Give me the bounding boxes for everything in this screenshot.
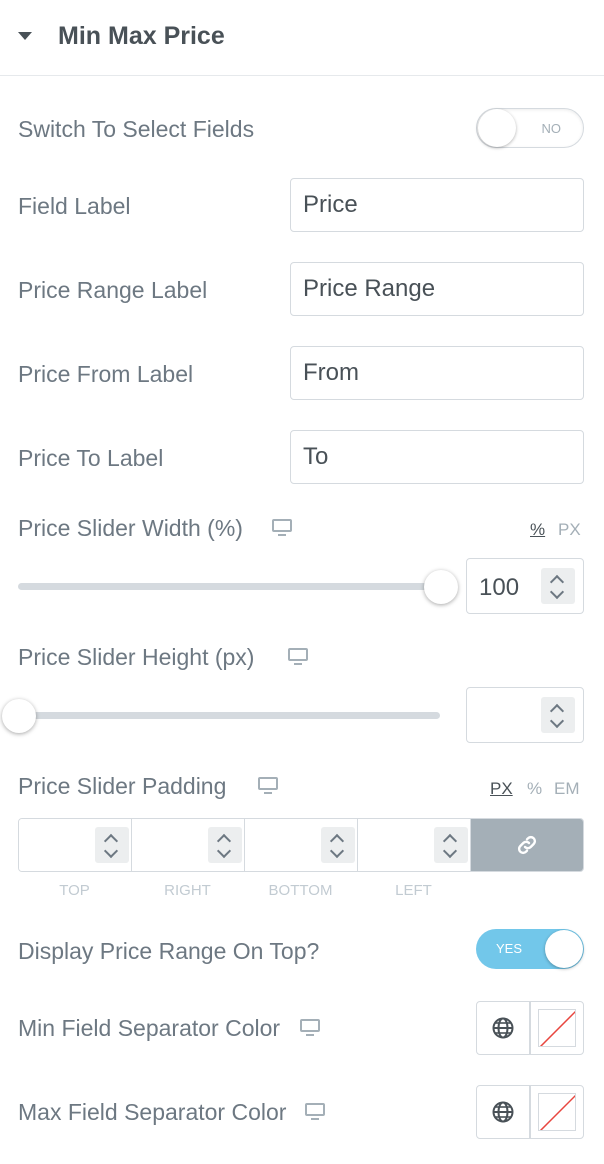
price-from-label-input[interactable]: From bbox=[290, 346, 584, 400]
min-separator-color-label: Min Field Separator Color bbox=[18, 1015, 281, 1041]
padding-right-label: RIGHT bbox=[164, 882, 211, 899]
padding-bottom-input[interactable] bbox=[245, 819, 358, 871]
padding-right-input[interactable] bbox=[132, 819, 245, 871]
slider-height-track[interactable] bbox=[18, 712, 440, 719]
toggle-state-text: NO bbox=[541, 121, 562, 136]
desktop-icon[interactable] bbox=[272, 519, 294, 537]
chevron-down-icon[interactable] bbox=[549, 584, 565, 600]
unit-px[interactable]: PX bbox=[558, 520, 581, 540]
padding-dimensions bbox=[18, 818, 584, 872]
desktop-icon[interactable] bbox=[305, 1103, 327, 1121]
caret-down-icon[interactable] bbox=[18, 32, 32, 40]
slider-width-number-input[interactable]: 100 bbox=[466, 558, 584, 614]
display-range-top-label: Display Price Range On Top? bbox=[18, 938, 320, 964]
switch-select-fields-label: Switch To Select Fields bbox=[18, 116, 255, 142]
chevron-down-icon[interactable] bbox=[216, 843, 232, 859]
slider-height-spinner[interactable] bbox=[541, 697, 575, 733]
unset-color-swatch bbox=[538, 1093, 576, 1131]
slider-width-value: 100 bbox=[479, 574, 520, 601]
display-range-top-toggle[interactable]: YES bbox=[476, 929, 584, 969]
padding-bottom-spinner[interactable] bbox=[321, 827, 355, 863]
slider-width-spinner[interactable] bbox=[541, 568, 575, 604]
chevron-down-icon[interactable] bbox=[442, 843, 458, 859]
padding-right-spinner[interactable] bbox=[208, 827, 242, 863]
unset-color-swatch bbox=[538, 1009, 576, 1047]
price-from-label-label: Price From Label bbox=[18, 361, 194, 387]
switch-select-fields-toggle[interactable]: NO bbox=[476, 108, 584, 148]
max-separator-global-colors-button[interactable] bbox=[476, 1085, 530, 1139]
slider-height-label: Price Slider Height (px) bbox=[18, 644, 255, 670]
toggle-knob bbox=[545, 930, 583, 968]
unit-em[interactable]: EM bbox=[554, 779, 580, 799]
slider-width-label: Price Slider Width (%) bbox=[18, 515, 243, 541]
slider-height-handle[interactable] bbox=[2, 699, 36, 733]
min-separator-global-colors-button[interactable] bbox=[476, 1001, 530, 1055]
globe-icon bbox=[492, 1017, 514, 1039]
slider-width-track[interactable] bbox=[18, 583, 440, 590]
slider-padding-label: Price Slider Padding bbox=[18, 773, 227, 799]
slider-height-number-input[interactable] bbox=[466, 687, 584, 743]
slider-width-handle[interactable] bbox=[424, 570, 458, 604]
padding-left-input[interactable] bbox=[358, 819, 471, 871]
desktop-icon[interactable] bbox=[258, 777, 280, 795]
padding-top-label: TOP bbox=[59, 882, 90, 899]
link-values-button[interactable] bbox=[471, 819, 583, 871]
padding-top-spinner[interactable] bbox=[95, 827, 129, 863]
padding-left-label: LEFT bbox=[395, 882, 432, 899]
chevron-down-icon[interactable] bbox=[549, 713, 565, 729]
padding-bottom-label: BOTTOM bbox=[268, 882, 333, 899]
desktop-icon[interactable] bbox=[300, 1019, 322, 1037]
globe-icon bbox=[492, 1101, 514, 1123]
price-to-label-input[interactable]: To bbox=[290, 430, 584, 484]
chevron-down-icon[interactable] bbox=[103, 843, 119, 859]
field-label-label: Field Label bbox=[18, 193, 131, 219]
max-separator-color-label: Max Field Separator Color bbox=[18, 1099, 287, 1125]
section-title: Min Max Price bbox=[58, 22, 225, 50]
price-range-label-label: Price Range Label bbox=[18, 277, 208, 303]
unit-percent[interactable]: % bbox=[530, 520, 545, 540]
max-separator-color-picker[interactable] bbox=[530, 1085, 584, 1139]
desktop-icon[interactable] bbox=[288, 648, 310, 666]
toggle-knob bbox=[478, 109, 516, 147]
min-separator-color-picker[interactable] bbox=[530, 1001, 584, 1055]
unit-percent[interactable]: % bbox=[527, 779, 542, 799]
price-to-label-label: Price To Label bbox=[18, 445, 164, 471]
link-icon bbox=[517, 835, 537, 855]
chevron-down-icon[interactable] bbox=[329, 843, 345, 859]
padding-left-spinner[interactable] bbox=[434, 827, 468, 863]
padding-top-input[interactable] bbox=[19, 819, 132, 871]
section-header[interactable]: Min Max Price bbox=[0, 0, 604, 76]
unit-px[interactable]: PX bbox=[490, 779, 513, 799]
price-range-label-input[interactable]: Price Range bbox=[290, 262, 584, 316]
field-label-input[interactable]: Price bbox=[290, 178, 584, 232]
toggle-state-text: YES bbox=[496, 941, 523, 956]
